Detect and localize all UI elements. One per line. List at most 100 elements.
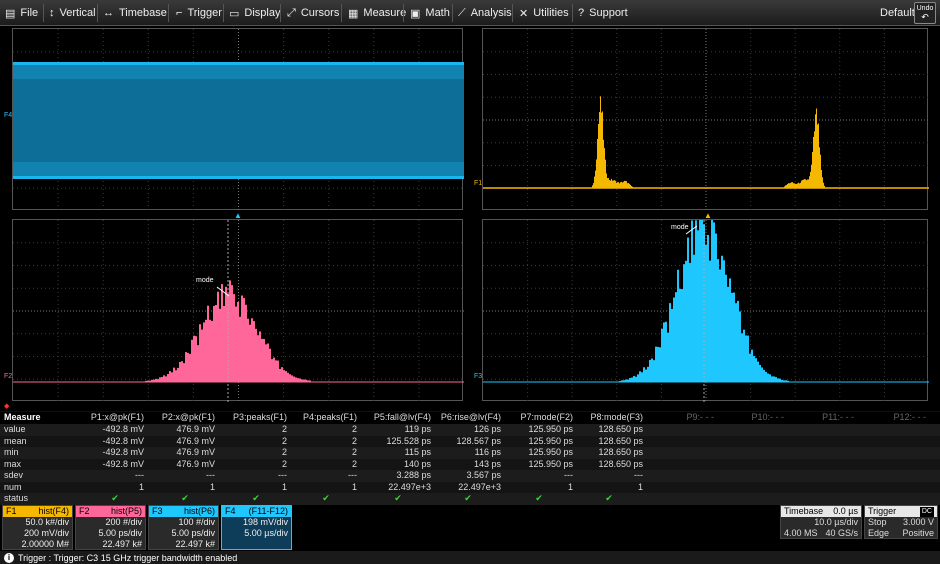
measure-cell[interactable]: 140 ps [365,459,431,469]
undo-button[interactable]: Undo ↶ [914,2,936,24]
menu-timebase[interactable]: ↔ Timebase [103,0,167,26]
measure-cell[interactable]: 476.9 mV [155,459,215,469]
measure-cell[interactable]: 125.950 ps [505,424,573,434]
measure-cell[interactable]: -492.8 mV [86,447,144,457]
measure-p4-header[interactable]: P4:peaks(F1) [295,412,357,422]
measure-cell[interactable]: 128.567 ps [435,436,501,446]
measure-cell[interactable]: 476.9 mV [155,436,215,446]
measure-p11-header[interactable]: P11:- - - [800,412,854,422]
measure-cell[interactable]: 125.950 ps [505,447,573,457]
measure-cell[interactable]: 22.497e+3 [435,482,501,492]
measure-cell[interactable]: 1 [295,482,357,492]
measure-cell[interactable]: 143 ps [435,459,501,469]
measure-cell[interactable]: ✔ [575,493,643,504]
menu-math[interactable]: ▣ Math [410,0,450,26]
measure-cell[interactable]: ✔ [435,493,501,504]
measure-cell[interactable]: 128.650 ps [575,436,643,446]
measure-cell[interactable]: 2 [225,436,287,446]
horizontal-arrows-icon: ↔ [103,7,114,19]
timebase-descriptor[interactable]: Timebase 0.0 µs 10.0 µs/div 4.00 MS 40 GS/… [780,505,862,539]
menu-file[interactable]: ▤ File [5,0,38,26]
measure-cell[interactable]: 128.650 ps [575,447,643,457]
measure-cell[interactable]: 119 ps [365,424,431,434]
measure-cell[interactable]: 1 [225,482,287,492]
measure-p7-header[interactable]: P7:mode(F2) [505,412,573,422]
measure-cell[interactable]: 125.528 ps [365,436,431,446]
menu-trigger[interactable]: ⌐ Trigger [176,0,222,26]
descriptor-scale: 200 #/div [105,517,142,527]
grid-f4-waveform[interactable] [12,28,464,211]
measure-cell[interactable]: ✔ [155,493,215,504]
menu-display[interactable]: ▭ Display [229,0,280,26]
descriptor-scale: 22.497 k# [102,539,142,549]
measure-cell[interactable]: ✔ [86,493,144,504]
measure-cell[interactable]: --- [295,470,357,480]
measure-cell[interactable]: -492.8 mV [86,424,144,434]
measure-cell[interactable]: 1 [575,482,643,492]
measure-title[interactable]: Measure [4,412,41,422]
measure-cell[interactable]: 2 [225,459,287,469]
trigger-descriptor[interactable]: Trigger DC Stop 3.000 V Edge Positive [864,505,938,539]
measure-cell[interactable]: 115 ps [365,447,431,457]
measure-cell[interactable]: 125.950 ps [505,459,573,469]
measure-cell[interactable]: --- [575,470,643,480]
measure-cell[interactable]: 1 [155,482,215,492]
trigger-label: Trigger [868,506,897,516]
measure-cell[interactable]: --- [505,470,573,480]
measure-cell[interactable]: 128.650 ps [575,424,643,434]
measure-cell[interactable]: ✔ [295,493,357,504]
measure-p8-header[interactable]: P8:mode(F3) [575,412,643,422]
measure-cell[interactable]: ✔ [505,493,573,504]
measure-p5-header[interactable]: P5:fall@lv(F4) [365,412,431,422]
measure-cell[interactable]: -492.8 mV [86,459,144,469]
measure-p9-header[interactable]: P9:- - - [660,412,714,422]
measure-cell[interactable]: 22.497e+3 [365,482,431,492]
measure-cell[interactable]: 2 [295,424,357,434]
measure-cell[interactable]: 116 ps [435,447,501,457]
grid-f1-histogram[interactable] [482,28,929,211]
status-message: Trigger : Trigger: C3 15 GHz trigger ban… [18,552,238,563]
measure-cell[interactable]: -492.8 mV [86,436,144,446]
measure-cell[interactable]: 2 [225,447,287,457]
measure-cell[interactable]: 476.9 mV [155,424,215,434]
descriptor-f1[interactable]: F1 hist(F4) 50.0 k#/div 200 mV/div 2.00000 M… [2,505,73,550]
menu-support[interactable]: ? Support [578,0,628,26]
measure-cell[interactable]: 125.950 ps [505,436,573,446]
measure-cell[interactable]: 2 [225,424,287,434]
default-setup-label[interactable]: Default [880,0,915,26]
measure-cell[interactable]: 2 [295,447,357,457]
measure-cell[interactable]: --- [225,470,287,480]
info-icon: i [4,552,14,563]
measure-cell[interactable]: ✔ [365,493,431,504]
measure-cell[interactable]: 1 [86,482,144,492]
measure-cell[interactable]: 2 [295,436,357,446]
menu-analysis[interactable]: ⟋ Analysis [458,0,512,26]
menu-cursors[interactable]: ⤢ Cursors [287,0,339,26]
measure-cell[interactable]: ✔ [225,493,287,504]
measure-cell[interactable]: 2 [295,459,357,469]
timebase-label: Timebase [784,506,824,516]
f3-trace [483,220,929,402]
measure-cell[interactable]: 3.288 ps [365,470,431,480]
descriptor-f4[interactable]: F4 (F11-F12) 198 mV/div 5.00 µs/div [221,505,292,550]
measure-p10-header[interactable]: P10:- - - [730,412,784,422]
measure-p6-header[interactable]: P6:rise@lv(F4) [435,412,501,422]
measure-cell[interactable]: 476.9 mV [155,447,215,457]
grid-f3-histogram[interactable]: mode [482,219,929,402]
grid-f2-histogram[interactable]: mode [12,219,464,402]
measure-cell[interactable]: 126 ps [435,424,501,434]
measure-cell[interactable]: --- [155,470,215,480]
measure-cell[interactable]: 3.567 ps [435,470,501,480]
measure-p2-header[interactable]: P2:x@pk(F1) [155,412,215,422]
measure-cell[interactable]: --- [86,470,144,480]
measure-p3-header[interactable]: P3:peaks(F1) [225,412,287,422]
menu-measure[interactable]: ▦ Measure [348,0,406,26]
descriptor-f3[interactable]: F3 hist(P6) 100 #/div 5.00 ps/div 22.497 k# [148,505,219,550]
measure-cell[interactable]: 1 [505,482,573,492]
menu-vertical[interactable]: ↕ Vertical [49,0,96,26]
descriptor-f2[interactable]: F2 hist(P5) 200 #/div 5.00 ps/div 22.497 k# [75,505,146,550]
menu-utilities[interactable]: ✕ Utilities [519,0,569,26]
measure-cell[interactable]: 128.650 ps [575,459,643,469]
measure-p12-header[interactable]: P12:- - - [872,412,926,422]
measure-p1-header[interactable]: P1:x@pk(F1) [86,412,144,422]
